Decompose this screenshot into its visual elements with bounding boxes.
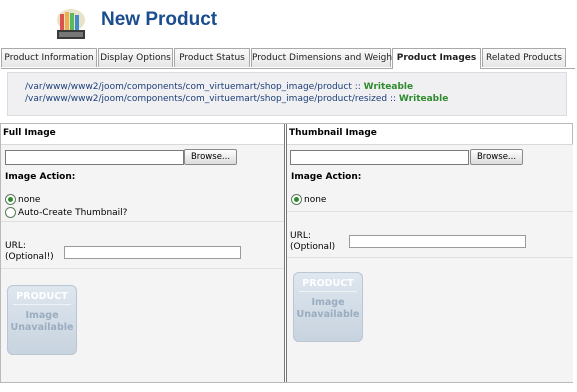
writeable-status: Writeable [398, 94, 449, 104]
url-label-note: (Optional) [290, 242, 336, 252]
full-image-url-label: URL: (Optional!) [5, 241, 54, 263]
divider [1, 221, 284, 222]
divider [287, 211, 573, 212]
full-image-panel: Full Image Browse... Image Action: none … [1, 124, 285, 382]
divider [287, 257, 573, 258]
radio-unchecked-icon[interactable] [5, 207, 16, 218]
full-image-browse-button[interactable]: Browse... [184, 149, 237, 165]
placeholder-message: Image Unavailable [7, 310, 77, 334]
resized-image-path: /var/www/www2/joom/components/com_virtue… [25, 94, 448, 104]
tab-bar: Product Information Display Options Prod… [1, 48, 575, 69]
product-box-icon [57, 9, 85, 39]
placeholder-title: PRODUCT [302, 278, 354, 289]
full-image-url-input[interactable] [64, 246, 241, 259]
placeholder-title: PRODUCT [16, 291, 68, 302]
placeholder-line: Unavailable [10, 322, 74, 333]
placeholder-message: Image Unavailable [293, 297, 363, 321]
page-title: New Product [101, 9, 218, 30]
path-text: /var/www/www2/joom/components/com_virtue… [25, 94, 388, 104]
option-label: Auto-Create Thumbnail? [18, 207, 128, 218]
path-text: /var/www/www2/joom/components/com_virtue… [25, 82, 352, 92]
thumbnail-option-none[interactable]: none [291, 194, 326, 205]
full-image-option-auto-thumbnail[interactable]: Auto-Create Thumbnail? [5, 207, 127, 218]
thumbnail-action-label: Image Action: [291, 172, 362, 182]
path-separator: :: [351, 82, 364, 92]
radio-checked-icon[interactable] [5, 194, 16, 205]
thumbnail-file-input[interactable] [290, 150, 469, 165]
thumbnail-image-body: Browse... Image Action: none URL: (Option… [287, 144, 573, 382]
option-label: none [304, 194, 327, 205]
page-header: New Product [0, 0, 577, 46]
writeable-status: Writeable [363, 82, 414, 92]
tab-product-information[interactable]: Product Information [1, 48, 97, 67]
placeholder-line: Unavailable [296, 309, 360, 320]
tab-product-dimensions[interactable]: Product Dimensions and Weight [251, 48, 396, 67]
url-label-line: URL: [290, 231, 311, 241]
full-image-action-label: Image Action: [5, 172, 76, 182]
path-separator: :: [387, 94, 399, 104]
thumbnail-browse-button[interactable]: Browse... [470, 149, 523, 165]
placeholder-line: Image [311, 297, 345, 308]
product-image-path: /var/www/www2/joom/components/com_virtue… [25, 82, 413, 92]
full-image-option-none[interactable]: none [5, 194, 40, 205]
divider [1, 268, 284, 269]
thumbnail-unavailable-placeholder: PRODUCT Image Unavailable [293, 272, 363, 342]
full-image-unavailable-placeholder: PRODUCT Image Unavailable [7, 285, 77, 355]
placeholder-divider [299, 291, 357, 292]
tab-display-options[interactable]: Display Options [98, 48, 173, 67]
placeholder-divider [13, 304, 71, 305]
tab-related-products[interactable]: Related Products [482, 48, 566, 67]
thumbnail-image-heading: Thumbnail Image [289, 128, 377, 138]
full-image-body: Browse... Image Action: none Auto-Create… [1, 144, 284, 382]
image-panels: Full Image Browse... Image Action: none … [0, 123, 573, 383]
thumbnail-image-panel: Thumbnail Image Browse... Image Action: … [286, 124, 573, 382]
thumbnail-url-input[interactable] [349, 235, 526, 248]
radio-checked-icon[interactable] [291, 194, 302, 205]
option-label: none [18, 194, 41, 205]
tab-product-images[interactable]: Product Images [392, 48, 481, 69]
bottom-spacer [0, 383, 577, 392]
tab-product-status[interactable]: Product Status [174, 48, 250, 67]
thumbnail-url-label: URL: (Optional) [290, 231, 335, 253]
url-label-note: (Optional!) [5, 252, 54, 262]
image-path-status-box: /var/www/www2/joom/components/com_virtue… [7, 72, 567, 116]
url-label-line: URL: [5, 241, 26, 251]
full-image-file-input[interactable] [5, 150, 184, 165]
full-image-heading: Full Image [3, 128, 56, 138]
placeholder-line: Image [25, 310, 59, 321]
